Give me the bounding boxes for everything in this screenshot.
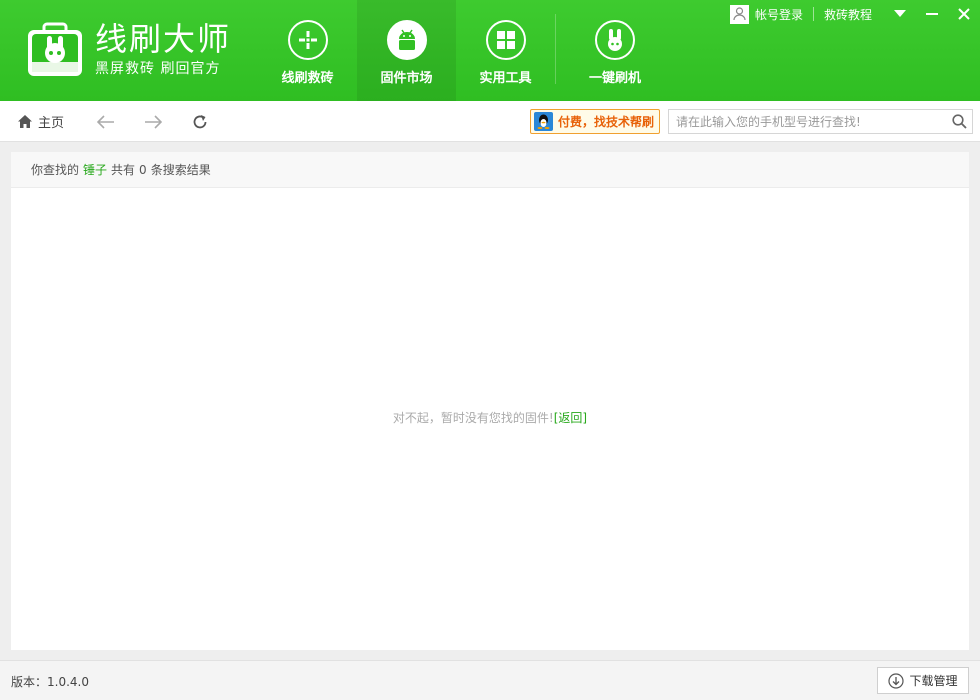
tutorial-link[interactable]: 救砖教程 — [824, 6, 872, 23]
nav-item-firmware-market[interactable]: 固件市场 — [357, 0, 456, 101]
close-icon — [958, 8, 970, 20]
search-keyword: 锤子 — [83, 163, 108, 177]
arrow-right-icon — [145, 115, 162, 129]
arrow-left-icon — [97, 115, 114, 129]
paid-help-button[interactable]: 付费，找技术帮刷 — [530, 109, 660, 134]
window-tools: 帐号登录 救砖教程 — [729, 0, 980, 28]
refresh-icon — [193, 115, 207, 129]
qq-penguin-icon — [534, 112, 553, 131]
paid-help-label: 付费，找技术帮刷 — [558, 115, 655, 129]
grid-icon — [485, 20, 526, 60]
app-tagline: 黑屏救砖 刷回官方 — [95, 61, 221, 77]
app-name: 线刷大师 — [95, 20, 232, 58]
result-prefix: 你查找的 — [31, 163, 80, 177]
minimize-icon — [926, 13, 938, 15]
home-button[interactable]: 主页 — [17, 112, 64, 131]
download-manager-button[interactable]: 下载管理 — [877, 667, 969, 694]
app-logo-icon — [28, 22, 82, 76]
download-icon — [888, 672, 905, 689]
nav-item-tools[interactable]: 实用工具 — [456, 0, 555, 101]
app-header: 线刷大师 黑屏救砖 刷回官方 线刷救砖 固件市场 实用工具 一键刷机 帐号登录 … — [0, 0, 980, 101]
brand: 线刷大师 黑屏救砖 刷回官方 — [95, 20, 231, 78]
home-label: 主页 — [38, 116, 65, 131]
user-icon — [729, 4, 749, 24]
result-summary: 你查找的 锤子 共有 0 条搜索结果 — [11, 152, 969, 188]
result-middle: 共有 — [111, 163, 136, 177]
empty-state: 对不起，暂时没有您找的固件![返回] — [11, 409, 969, 426]
nav-label: 实用工具 — [479, 71, 532, 86]
search-box — [668, 109, 973, 134]
nav-label: 一键刷机 — [588, 71, 641, 86]
results-panel: 你查找的 锤子 共有 0 条搜索结果 对不起，暂时没有您找的固件![返回] — [11, 152, 969, 650]
download-manager-label: 下载管理 — [909, 674, 958, 688]
result-suffix: 条搜索结果 — [150, 163, 211, 177]
result-count: 0 — [139, 162, 147, 177]
refresh-button[interactable] — [190, 112, 210, 132]
login-label: 帐号登录 — [754, 7, 803, 22]
version-label: 版本：1.0.4.0 — [11, 675, 89, 689]
dropdown-menu-button[interactable] — [884, 0, 916, 28]
home-icon — [18, 115, 32, 128]
nav-label: 线刷救砖 — [281, 71, 334, 86]
android-icon — [386, 20, 427, 60]
status-bar: 版本：1.0.4.0 下载管理 — [0, 660, 980, 700]
empty-message: 对不起，暂时没有您找的固件! — [392, 411, 554, 425]
login-button[interactable]: 帐号登录 — [729, 4, 803, 24]
search-icon — [951, 114, 967, 129]
search-button[interactable] — [946, 110, 972, 133]
close-button[interactable] — [948, 0, 980, 28]
rabbit-icon — [595, 20, 635, 60]
back-link[interactable]: [返回] — [554, 411, 587, 425]
nav-label: 固件市场 — [380, 71, 433, 86]
nav-item-one-click-flash[interactable]: 一键刷机 — [556, 0, 674, 101]
toolbar: 主页 付费，找技术帮刷 — [0, 101, 980, 142]
minimize-button[interactable] — [916, 0, 948, 28]
search-input[interactable] — [669, 110, 946, 133]
back-button[interactable] — [96, 112, 116, 132]
triangle-down-icon — [894, 10, 906, 17]
nav-item-flash-rescue[interactable]: 线刷救砖 — [258, 0, 357, 101]
tool-divider — [812, 7, 814, 21]
crosshair-icon — [287, 20, 328, 60]
forward-button[interactable] — [143, 112, 163, 132]
main-nav: 线刷救砖 固件市场 实用工具 一键刷机 — [258, 0, 674, 101]
